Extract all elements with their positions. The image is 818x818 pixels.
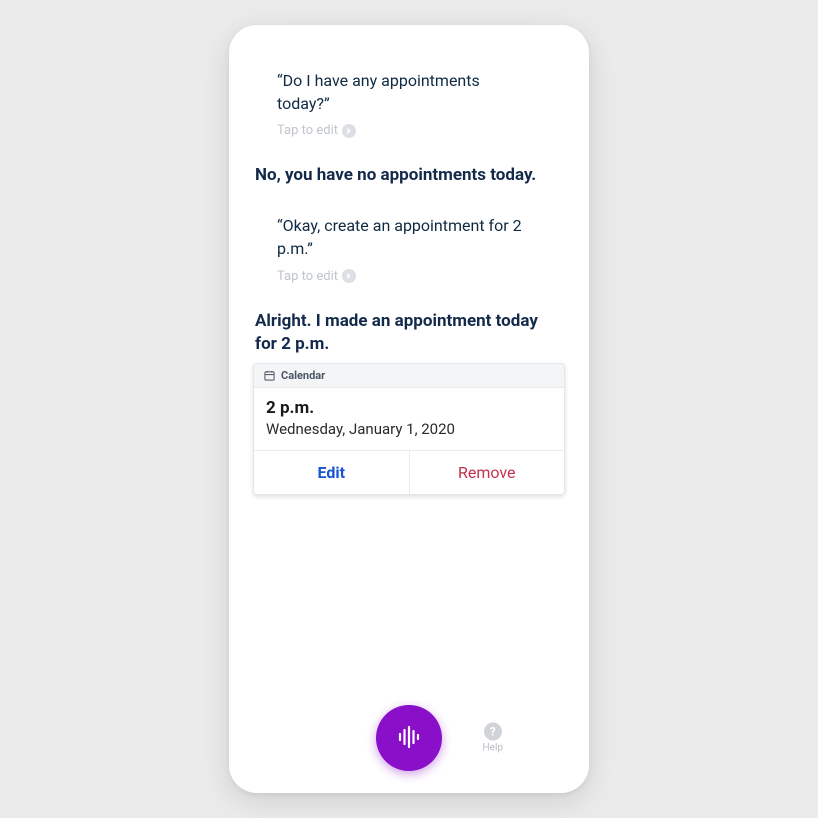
- tap-to-edit-2[interactable]: Tap to edit: [277, 269, 356, 284]
- assistant-message-2: Alright. I made an appointment today for…: [255, 310, 555, 358]
- help-button[interactable]: ? Help: [483, 723, 503, 754]
- user-message-text: “Do I have any appointments today?”: [277, 69, 527, 115]
- edit-button[interactable]: Edit: [254, 451, 409, 494]
- bottom-bar: ? Help: [229, 683, 589, 793]
- appointment-date: Wednesday, January 1, 2020: [266, 420, 552, 438]
- calendar-card-body: 2 p.m. Wednesday, January 1, 2020: [254, 388, 564, 450]
- calendar-card-actions: Edit Remove: [254, 450, 564, 494]
- conversation-scroll: “Do I have any appointments today?” Tap …: [229, 25, 589, 683]
- user-message-1: “Do I have any appointments today?” Tap …: [277, 69, 563, 138]
- calendar-card-header: Calendar: [254, 364, 564, 388]
- phone-frame: “Do I have any appointments today?” Tap …: [229, 25, 589, 793]
- user-message-text: “Okay, create an appointment for 2 p.m.”: [277, 214, 527, 260]
- user-message-2: “Okay, create an appointment for 2 p.m.”…: [277, 214, 563, 283]
- appointment-time: 2 p.m.: [266, 398, 552, 418]
- voice-button[interactable]: [376, 705, 442, 771]
- chevron-right-icon: [342, 124, 356, 138]
- remove-button[interactable]: Remove: [409, 451, 565, 494]
- calendar-icon: [264, 370, 275, 381]
- waveform-icon: [394, 722, 424, 755]
- help-icon: ?: [484, 723, 502, 741]
- tap-to-edit-label: Tap to edit: [277, 123, 338, 138]
- calendar-card: Calendar 2 p.m. Wednesday, January 1, 20…: [253, 363, 565, 495]
- help-label: Help: [483, 743, 503, 754]
- chevron-right-icon: [342, 269, 356, 283]
- assistant-message-1: No, you have no appointments today.: [255, 164, 555, 188]
- tap-to-edit-label: Tap to edit: [277, 269, 338, 284]
- tap-to-edit-1[interactable]: Tap to edit: [277, 123, 356, 138]
- calendar-card-header-label: Calendar: [281, 369, 325, 382]
